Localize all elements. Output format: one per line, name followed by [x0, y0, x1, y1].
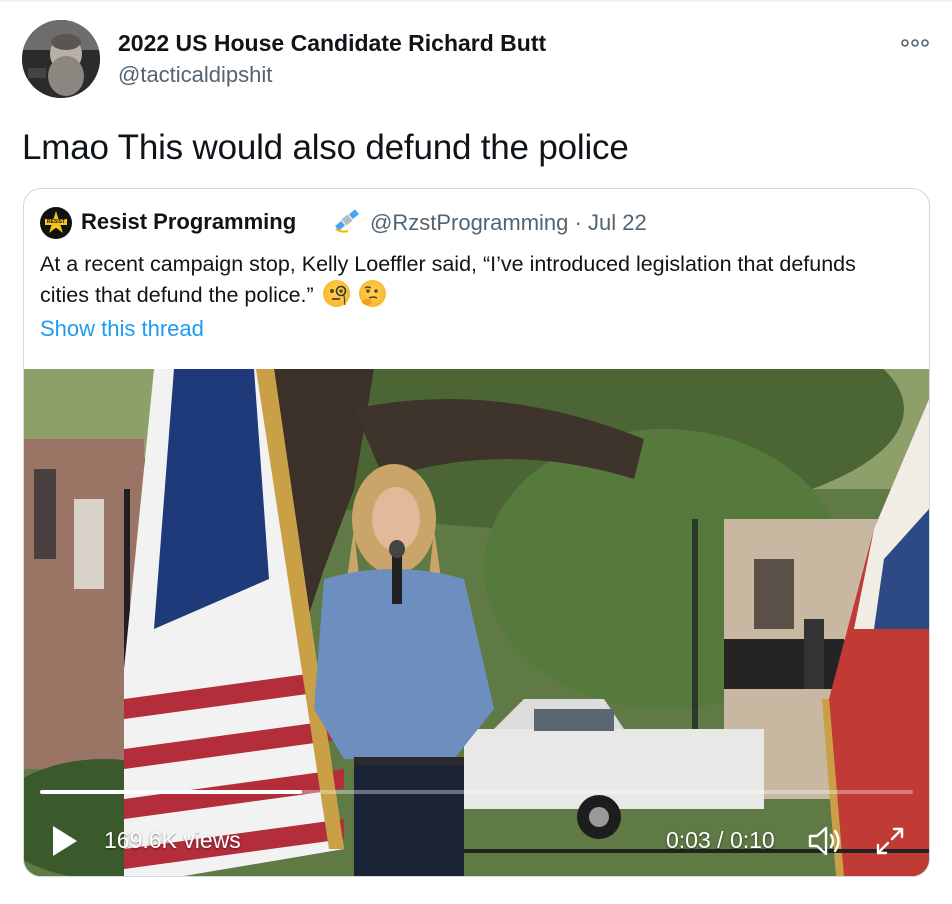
author-handle[interactable]: @tacticaldipshit [118, 62, 272, 88]
fullscreen-button[interactable] [872, 823, 908, 859]
top-divider [0, 0, 952, 2]
quoted-handle[interactable]: @RzstProgramming [370, 210, 568, 235]
duration: 0:10 [729, 827, 775, 853]
current-time: 0:03 [666, 827, 711, 853]
view-count: 169.6K views [104, 827, 241, 853]
quoted-avatar[interactable]: RESIST [40, 207, 72, 239]
author-name[interactable]: 2022 US House Candidate Richard Butt [118, 30, 546, 57]
quoted-tweet-card[interactable]: RESIST Resist Programming @RzstProgrammi… [23, 188, 930, 877]
avatar-badge-text: RESIST [45, 219, 67, 225]
play-icon [53, 826, 77, 856]
tweet-text: Lmao This would also defund the police [22, 128, 629, 167]
show-thread-link[interactable]: Show this thread [40, 316, 204, 342]
quoted-text: At a recent campaign stop, Kelly Loeffle… [40, 249, 900, 311]
quoted-date[interactable]: Jul 22 [588, 210, 647, 235]
volume-icon [808, 826, 840, 856]
video-progress-fill [40, 790, 302, 794]
meta-separator: · [574, 210, 582, 235]
quoted-author-name[interactable]: Resist Programming [81, 209, 296, 235]
satellite-emoji-icon [335, 209, 359, 233]
author-avatar[interactable] [22, 20, 100, 98]
play-button[interactable] [50, 824, 80, 858]
fullscreen-icon [876, 827, 904, 855]
quoted-meta: @RzstProgramming · Jul 22 [370, 210, 647, 236]
video-progress-bar[interactable] [40, 790, 913, 794]
volume-button[interactable] [804, 821, 844, 861]
thinking-face-emoji-icon [358, 280, 386, 307]
quoted-text-body: At a recent campaign stop, Kelly Loeffle… [40, 252, 856, 307]
video-player[interactable]: 169.6K views 0:03 / 0:10 [24, 369, 929, 876]
time-separator: / [710, 827, 730, 853]
more-options-button[interactable] [892, 30, 938, 56]
more-horizontal-icon [901, 39, 929, 47]
video-time: 0:03 / 0:10 [666, 827, 775, 854]
face-with-monocle-emoji-icon [322, 280, 350, 307]
video-frame [24, 369, 929, 876]
avatar-photo [22, 20, 100, 98]
